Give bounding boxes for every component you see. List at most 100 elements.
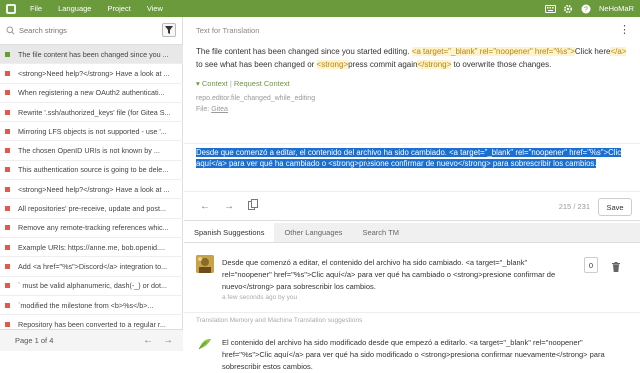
status-red-icon: [5, 70, 10, 76]
string-list-item[interactable]: Rewrite '.ssh/authorized_keys' file (for…: [0, 103, 183, 123]
save-button[interactable]: Save: [598, 198, 632, 216]
string-list-item[interactable]: `modified the milestone from <b>%s</b>..…: [0, 296, 183, 316]
tab-search-tm[interactable]: Search TM: [352, 223, 409, 242]
string-list-item-label: When registering a new OAuth2 authentica…: [18, 88, 165, 98]
string-list-item[interactable]: Example URIs: https://anne.me, bob.openi…: [0, 238, 183, 258]
menu-view[interactable]: View: [139, 0, 171, 17]
string-list-item-label: Rewrite '.ssh/authorized_keys' file (for…: [18, 107, 171, 117]
tm-suggestion-text[interactable]: El contenido del archivo ha sido modific…: [222, 337, 622, 373]
source-tag[interactable]: <strong>: [316, 60, 349, 69]
string-list-item[interactable]: <strong>Need help?</strong> Have a look …: [0, 180, 183, 200]
string-list-item[interactable]: Remove any remote-tracking references wh…: [0, 219, 183, 238]
search-icon: [6, 22, 15, 40]
string-list-item-label: ` must be valid alphanumeric, dash(-_) o…: [18, 281, 168, 291]
context-link[interactable]: Context: [202, 79, 228, 88]
char-counter: 215 / 231: [558, 201, 590, 211]
page-indicator: Page 1 of 4: [15, 336, 54, 345]
svg-text:?: ?: [584, 6, 588, 13]
string-key: repo.editor.file_changed_while_editing: [196, 95, 316, 102]
string-list-item-label: <strong>Need help?</strong> Have a look …: [18, 68, 170, 78]
string-list-item[interactable]: <strong>Need help?</strong> Have a look …: [0, 64, 183, 84]
source-string: The file content has been changed since …: [196, 47, 627, 69]
search-input[interactable]: [19, 26, 149, 35]
source-tag[interactable]: <a target="_blank" rel="noopener" href="…: [411, 47, 575, 56]
string-list-item-label: `modified the milestone from <b>%s</b>..…: [18, 300, 154, 310]
status-red-icon: [5, 206, 10, 212]
file-link[interactable]: Gitea: [211, 106, 228, 113]
string-list-item-label: The chosen OpenID URIs is not known by .…: [18, 146, 160, 156]
pagination: Page 1 of 4 ← →: [0, 329, 183, 351]
string-list-item[interactable]: ` must be valid alphanumeric, dash(-_) o…: [0, 277, 183, 296]
next-page-icon[interactable]: →: [163, 335, 173, 346]
editor-toolbar: ← → 215 / 231 Save: [184, 191, 640, 221]
filter-icon: [165, 21, 173, 39]
context-chevron-icon[interactable]: ▾: [196, 79, 200, 88]
status-red-icon: [5, 167, 10, 173]
menu-project[interactable]: Project: [99, 0, 138, 17]
app-logo-icon[interactable]: [0, 0, 22, 17]
search-bar: [0, 17, 182, 45]
status-red-icon: [5, 263, 10, 269]
string-list-item[interactable]: All repositories' pre-receive, update an…: [0, 199, 183, 219]
string-list-item[interactable]: The file content has been changed since …: [0, 45, 183, 65]
filter-button[interactable]: [162, 23, 176, 37]
string-list-item[interactable]: This authentication source is going to b…: [0, 161, 183, 181]
string-list-item-label: All repositories' pre-receive, update an…: [18, 204, 166, 214]
request-context-link[interactable]: Request Context: [234, 79, 290, 88]
delete-icon[interactable]: [612, 259, 620, 277]
string-list-item-label: Mirroring LFS objects is not supported -…: [18, 126, 167, 136]
string-list-item[interactable]: The chosen OpenID URIs is not known by .…: [0, 141, 183, 161]
settings-gear-icon[interactable]: [563, 4, 573, 14]
suggestion-item: Desde que comenzó a editar, el contenido…: [184, 245, 640, 313]
editor-panel: Text for Translation ⋮ The file content …: [184, 17, 640, 371]
status-red-icon: [5, 244, 10, 250]
string-list-panel: The file content has been changed since …: [0, 17, 183, 351]
string-list-item-label: The file content has been changed since …: [18, 49, 169, 59]
status-red-icon: [5, 109, 10, 115]
source-tag[interactable]: </strong>: [417, 60, 452, 69]
status-red-icon: [5, 90, 10, 96]
menu-file[interactable]: File: [22, 0, 50, 17]
keyboard-icon[interactable]: [544, 4, 556, 14]
tab-spanish-suggestions[interactable]: Spanish Suggestions: [184, 223, 275, 242]
more-options-icon[interactable]: ⋮: [619, 23, 630, 36]
string-meta: repo.editor.file_changed_while_editing F…: [184, 88, 640, 115]
string-list-item-label: Add <a href="%s">Discord</a> integration…: [18, 261, 168, 271]
string-list-item-label: Remove any remote-tracking references wh…: [18, 223, 169, 233]
string-list-item[interactable]: When registering a new OAuth2 authentica…: [0, 84, 183, 103]
status-red-icon: [5, 321, 10, 327]
editor-header: Text for Translation: [196, 25, 260, 35]
status-green-icon: [5, 51, 10, 57]
tm-section-label: Translation Memory and Machine Translati…: [196, 317, 363, 324]
status-red-icon: [5, 186, 10, 192]
next-string-icon[interactable]: →: [224, 201, 234, 212]
status-red-icon: [5, 302, 10, 308]
prev-string-icon[interactable]: ←: [200, 201, 210, 212]
translation-text[interactable]: Desde que comenzó a editar, el contenido…: [196, 148, 622, 168]
top-bar: File Language Project View ? NeHoMaR: [0, 0, 640, 17]
translation-textarea[interactable]: Desde que comenzó a editar, el contenido…: [184, 143, 640, 191]
string-list-item[interactable]: Mirroring LFS objects is not supported -…: [0, 122, 183, 142]
status-red-icon: [5, 128, 10, 134]
status-red-icon: [5, 225, 10, 231]
suggestion-time: a few seconds ago by you: [222, 294, 298, 301]
string-list: The file content has been changed since …: [0, 45, 183, 335]
file-label: File:: [196, 106, 210, 113]
context-links: ▾ Context | Request Context: [196, 79, 290, 88]
copy-source-icon[interactable]: [248, 199, 258, 213]
vote-count: 0: [584, 257, 598, 273]
user-name[interactable]: NeHoMaR: [599, 4, 634, 13]
suggestion-text[interactable]: Desde que comenzó a editar, el contenido…: [222, 257, 572, 293]
string-list-item-label: Example URIs: https://anne.me, bob.openi…: [18, 242, 166, 252]
status-red-icon: [5, 148, 10, 154]
source-tag[interactable]: </a>: [610, 47, 627, 56]
string-list-item-label: <strong>Need help?</strong> Have a look …: [18, 184, 170, 194]
string-list-item[interactable]: Add <a href="%s">Discord</a> integration…: [0, 257, 183, 277]
suggestion-tabs: Spanish Suggestions Other Languages Sear…: [184, 223, 640, 243]
help-icon[interactable]: ?: [581, 4, 591, 14]
tm-suggestion: El contenido del archivo ha sido modific…: [184, 331, 640, 371]
tab-other-languages[interactable]: Other Languages: [274, 223, 352, 242]
avatar: [196, 255, 214, 273]
menu-language[interactable]: Language: [50, 0, 99, 17]
prev-page-icon[interactable]: ←: [143, 335, 153, 346]
